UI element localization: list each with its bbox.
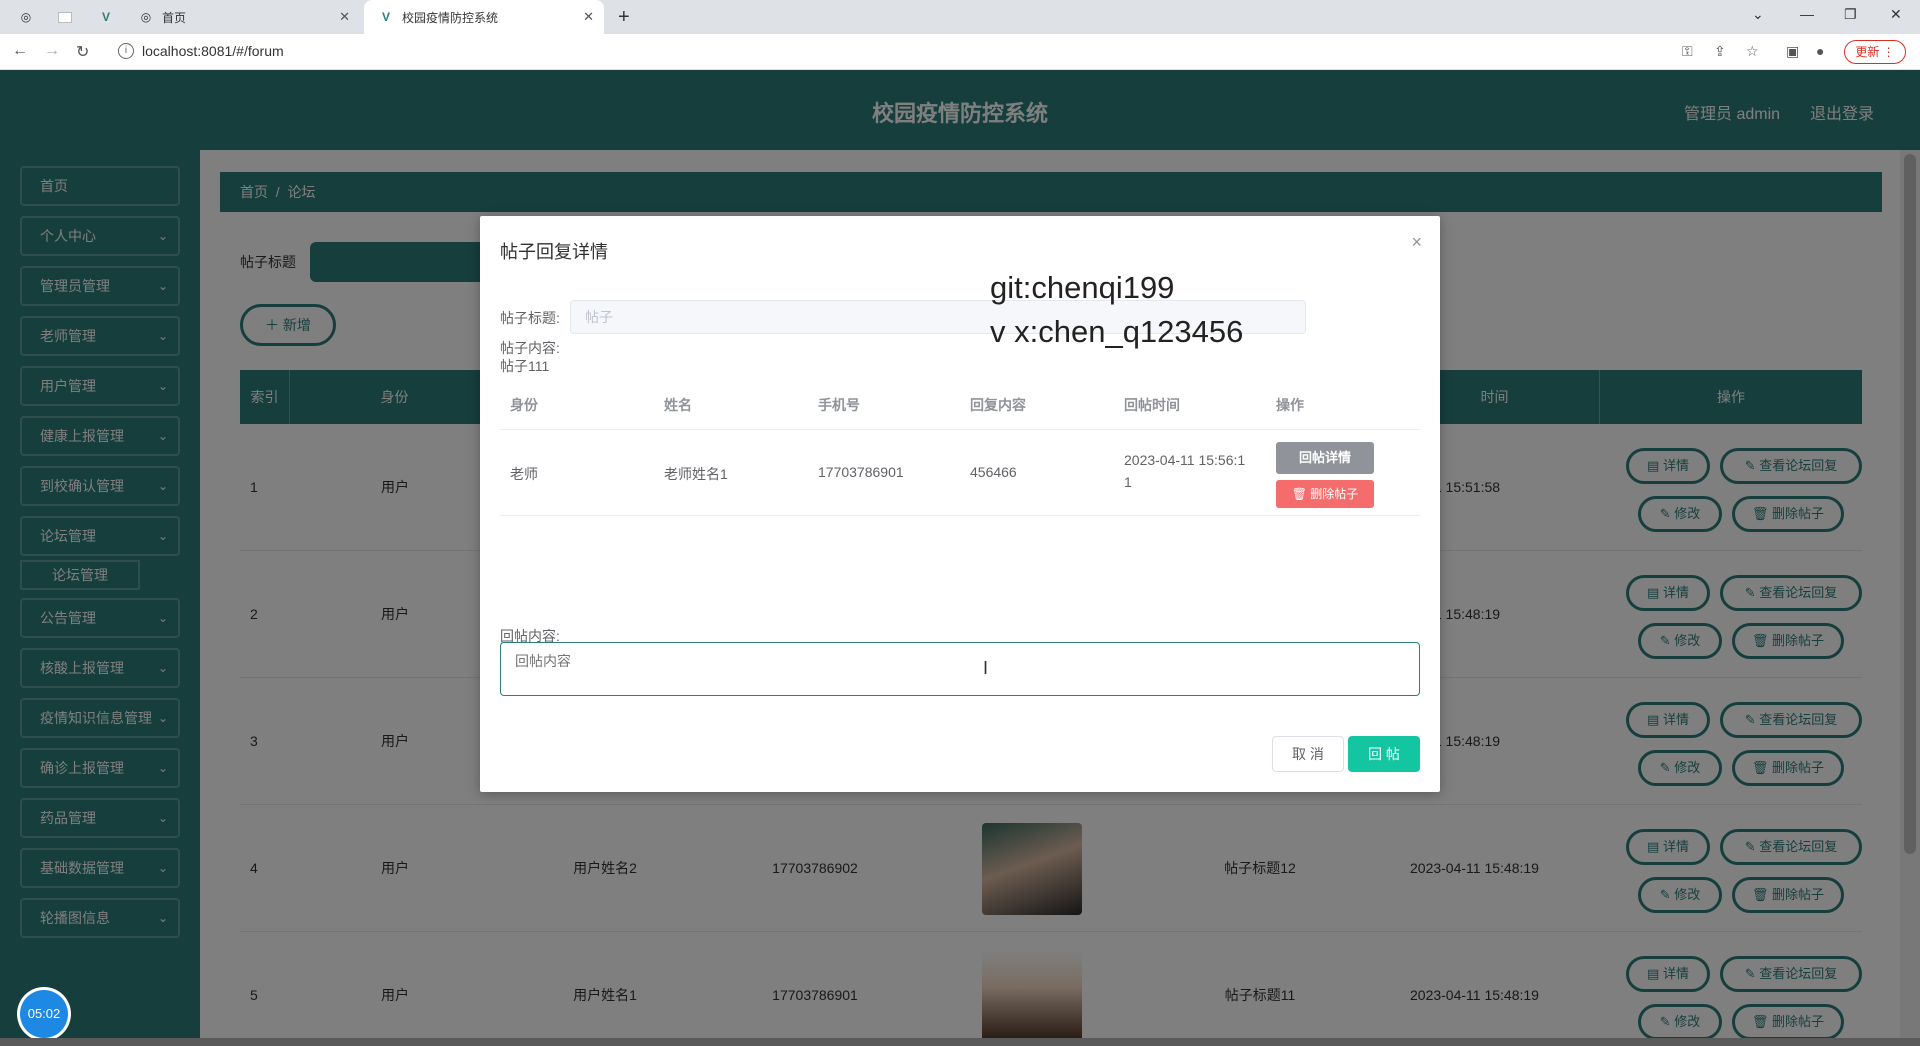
reply-delete-button[interactable]: 🗑 删除帖子 — [1276, 480, 1374, 508]
close-icon[interactable]: ✕ — [339, 9, 350, 25]
address-bar: ← → ↻ i localhost:8081/#/forum ⚿ ⇪ ☆ ▣ ●… — [0, 34, 1920, 70]
url-input[interactable]: localhost:8081/#/forum — [142, 43, 284, 59]
tab-pinned-3[interactable]: V — [98, 0, 122, 34]
chevron-down-icon[interactable]: ⌄ — [1752, 6, 1764, 23]
reply-phone: 17703786901 — [818, 464, 904, 480]
reply-table-header: 身份 姓名 手机号 回复内容 回帖时间 操作 — [500, 380, 1420, 430]
tab-home[interactable]: ◎ 首页 ✕ — [136, 0, 360, 34]
forward-icon[interactable]: → — [44, 42, 60, 60]
key-icon[interactable]: ⚿ — [1682, 43, 1693, 60]
vue-icon: V — [101, 10, 110, 24]
sidepanel-icon[interactable]: ▣ — [1786, 43, 1799, 60]
reply-role: 老师 — [510, 466, 538, 482]
tab-pinned-2[interactable] — [58, 0, 80, 34]
column-content: 回复内容 — [970, 397, 1026, 413]
submit-reply-button[interactable]: 回 帖 — [1348, 736, 1420, 772]
reply-detail-button[interactable]: 回帖详情 — [1276, 442, 1374, 474]
reply-content-textarea[interactable] — [500, 642, 1420, 696]
tab-pinned-1[interactable]: ◎ — [18, 0, 42, 34]
browser-tab-bar: ◎ V ◎ 首页 ✕ V 校园疫情防控系统 ✕ + ⌄ — ❐ ✕ — [0, 0, 1920, 34]
column-actions: 操作 — [1276, 397, 1304, 413]
tab-active[interactable]: V 校园疫情防控系统 ✕ — [364, 0, 604, 34]
reply-time: 2023-04-11 15:56:1 — [1124, 452, 1246, 468]
column-time: 回帖时间 — [1124, 397, 1180, 413]
minimize-icon[interactable]: — — [1800, 6, 1814, 22]
globe-icon: ◎ — [140, 10, 152, 24]
post-title-label: 帖子标题: — [500, 310, 560, 326]
star-icon[interactable]: ☆ — [1746, 43, 1759, 60]
tab-title: 校园疫情防控系统 — [402, 10, 499, 25]
dialog-title: 帖子回复详情 — [500, 242, 608, 262]
cancel-button[interactable]: 取 消 — [1272, 736, 1344, 772]
reload-icon[interactable]: ↻ — [76, 42, 89, 62]
vue-icon: V — [381, 10, 390, 24]
reply-row: 老师 老师姓名1 17703786901 456466 2023-04-11 1… — [500, 430, 1420, 516]
watermark-text: v x:chen_q123456 — [990, 314, 1244, 349]
profile-icon[interactable]: ● — [1816, 43, 1824, 59]
close-window-icon[interactable]: ✕ — [1890, 6, 1902, 23]
tab-title: 首页 — [162, 10, 187, 25]
reply-time-wrap: 1 — [1124, 474, 1132, 490]
column-role: 身份 — [510, 397, 538, 413]
clock-badge: 05:02 — [20, 990, 68, 1038]
globe-icon: ◎ — [20, 10, 32, 24]
watermark-text: git:chenqi199 — [990, 270, 1175, 305]
column-name: 姓名 — [664, 397, 692, 413]
reply-content: 456466 — [970, 464, 1017, 480]
update-button[interactable]: 更新 ⋮ — [1844, 40, 1906, 64]
new-tab-button[interactable]: + — [618, 0, 630, 34]
post-content-label: 帖子内容: — [500, 340, 560, 356]
reply-detail-dialog: 帖子回复详情 × 帖子标题: 帖子 帖子内容: 帖子111 git:chenqi… — [480, 216, 1440, 792]
reply-name: 老师姓名1 — [664, 466, 728, 482]
share-icon[interactable]: ⇪ — [1714, 43, 1726, 60]
update-label: 更新 — [1855, 45, 1880, 59]
restore-icon[interactable]: ❐ — [1844, 6, 1857, 23]
back-icon[interactable]: ← — [12, 42, 28, 60]
horizontal-scrollbar[interactable] — [0, 1038, 1920, 1046]
info-icon[interactable]: i — [118, 43, 134, 59]
close-icon[interactable]: ✕ — [583, 9, 594, 25]
btn-label: 删除帖子 — [1310, 487, 1359, 501]
post-content-value: 帖子111 — [500, 358, 550, 374]
text-cursor-icon: I — [983, 658, 989, 678]
column-phone: 手机号 — [818, 397, 860, 413]
page-icon — [58, 11, 72, 23]
close-icon[interactable]: × — [1411, 232, 1422, 253]
